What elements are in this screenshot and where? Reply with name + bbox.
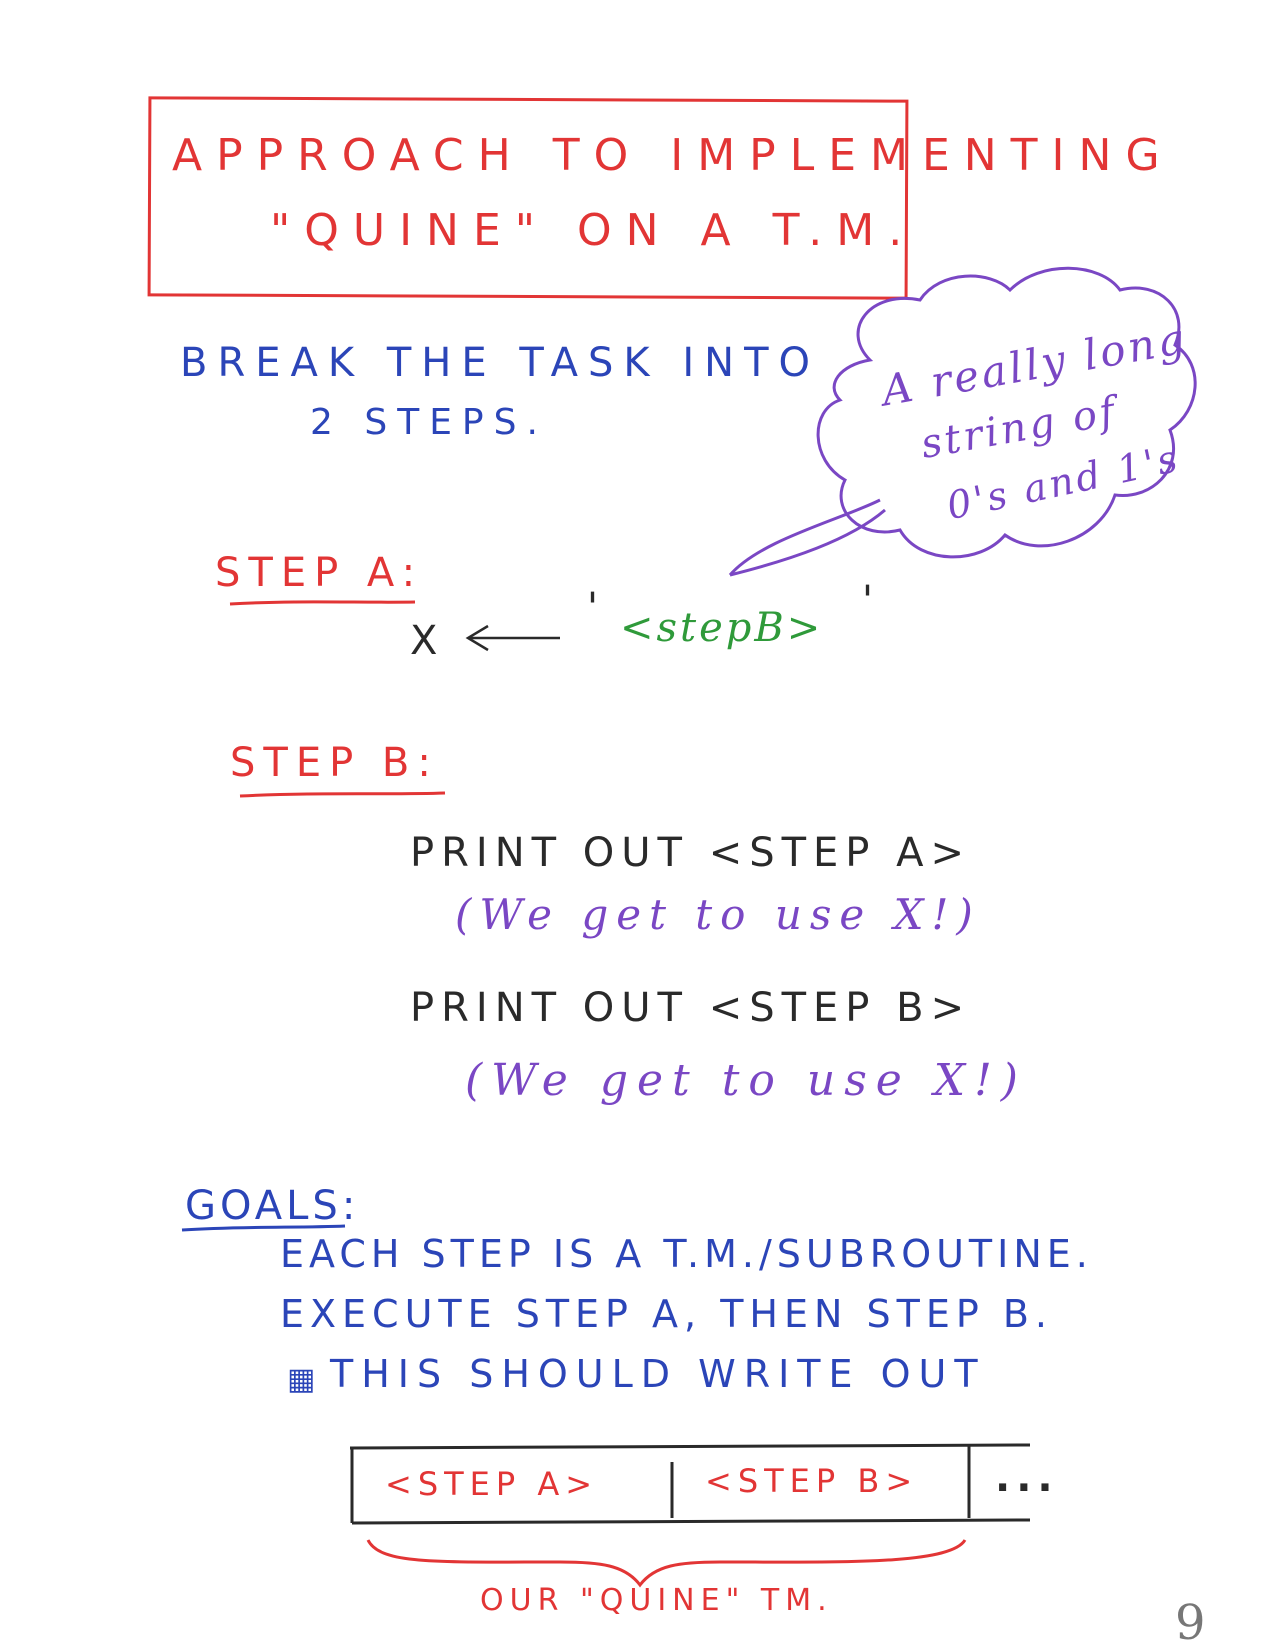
tape-diagram: [349, 1443, 1031, 1588]
tape-cell-step-a: <STEP A>: [385, 1465, 599, 1503]
page-number: 9: [1175, 1595, 1206, 1651]
tape-cell-step-b: <STEP B>: [705, 1462, 919, 1500]
tape-caption: OUR "QUINE" TM.: [480, 1583, 833, 1618]
tape-ellipsis: ...: [995, 1455, 1059, 1501]
